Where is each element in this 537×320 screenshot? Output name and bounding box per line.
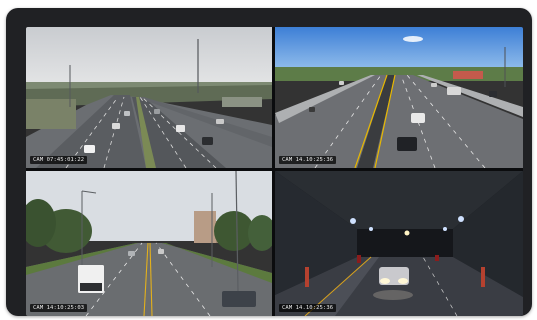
feed-2-image: [275, 27, 523, 168]
feed-4-timestamp: CAM 14.10:25:36: [279, 304, 337, 312]
camera-feed-2[interactable]: CAM 14.10:25:36: [275, 27, 523, 168]
camera-grid: CAM 07:45:01:22 CAM 14.10:25:36 CAM 14:1…: [26, 27, 523, 316]
feed-2-timestamp: CAM 14.10:25:36: [279, 156, 337, 164]
feed-3-image: [26, 171, 272, 316]
feed-3-timestamp: CAM 14:10:25:03: [30, 304, 88, 312]
feed-1-image: [26, 27, 272, 168]
feed-1-timestamp: CAM 07:45:01:22: [30, 156, 88, 164]
camera-feed-4[interactable]: CAM 14.10:25:36: [275, 171, 523, 316]
monitor-frame: CAM 07:45:01:22 CAM 14.10:25:36 CAM 14:1…: [6, 8, 532, 316]
camera-feed-3[interactable]: CAM 14:10:25:03: [26, 171, 272, 316]
camera-feed-1[interactable]: CAM 07:45:01:22: [26, 27, 272, 168]
feed-4-image: [275, 171, 523, 316]
